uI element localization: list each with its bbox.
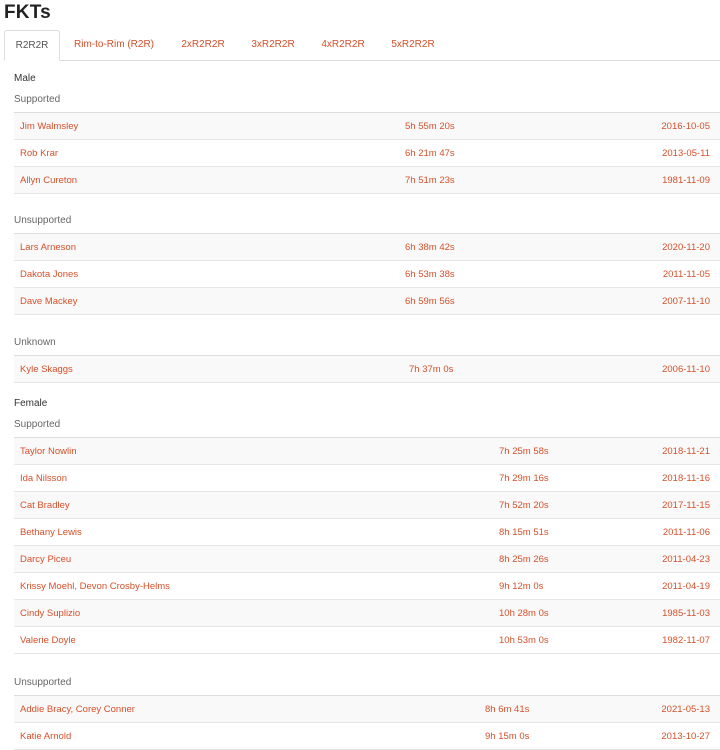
tab-5xr2r2r[interactable]: 5xR2R2R (382, 30, 444, 61)
fkt-date: 2011-11-06 (662, 527, 710, 538)
fkt-time: 10h 28m 0s (499, 608, 549, 619)
fkt-time: 8h 15m 51s (499, 527, 549, 538)
athlete-name-link[interactable]: Rob Krar (20, 140, 58, 167)
fkt-date: 2007-11-10 (662, 296, 710, 307)
fkt-date: 2016-10-05 (661, 121, 710, 132)
fkt-date: 1985-11-03 (662, 608, 710, 619)
tab-r2r2r[interactable]: R2R2R (4, 30, 60, 61)
table-row: Jim Walmsley 5h 55m 20s 2016-10-05 (14, 113, 720, 140)
section-label-male-unsupported: Unsupported (14, 215, 72, 226)
section-label-male-supported: Supported (14, 94, 61, 105)
table-female-unsupported: Addie Bracy, Corey Conner 8h 6m 41s 2021… (14, 695, 720, 750)
athlete-name-link[interactable]: Darcy Piceu (20, 546, 71, 573)
fkt-time: 8h 25m 26s (499, 554, 549, 565)
athlete-name-link[interactable]: Lars Arneson (20, 234, 76, 261)
athlete-name-link[interactable]: Krissy Moehl, Devon Crosby-Helms (20, 573, 170, 600)
table-row: Allyn Cureton 7h 51m 23s 1981-11-09 (14, 167, 720, 194)
group-label-female: Female (14, 398, 48, 409)
table-row: Kyle Skaggs 7h 37m 0s 2006-11-10 (14, 356, 720, 383)
tab-rim-to-rim[interactable]: Rim-to-Rim (R2R) (66, 30, 162, 61)
fkt-time: 7h 51m 23s (405, 175, 455, 186)
table-row: Darcy Piceu 8h 25m 26s 2011-04-23 (14, 546, 720, 573)
section-label-female-unsupported: Unsupported (14, 677, 72, 688)
fkt-date: 1982-11-07 (662, 635, 710, 646)
table-row: Rob Krar 6h 21m 47s 2013-05-11 (14, 140, 720, 167)
fkt-time: 6h 59m 56s (405, 296, 455, 307)
fkt-date: 2018-11-21 (662, 446, 710, 457)
table-male-unknown: Kyle Skaggs 7h 37m 0s 2006-11-10 (14, 355, 720, 383)
athlete-name-link[interactable]: Bethany Lewis (20, 519, 82, 546)
fkt-date: 2018-11-16 (662, 473, 710, 484)
fkt-time: 9h 12m 0s (499, 581, 544, 592)
table-row: Dakota Jones 6h 53m 38s 2011-11-05 (14, 261, 720, 288)
athlete-name-link[interactable]: Cindy Suplizio (20, 600, 80, 627)
fkt-time: 7h 29m 16s (499, 473, 549, 484)
table-female-supported: Taylor Nowlin 7h 25m 58s 2018-11-21 Ida … (14, 437, 720, 654)
athlete-name-link[interactable]: Kyle Skaggs (20, 356, 73, 383)
table-male-unsupported: Lars Arneson 6h 38m 42s 2020-11-20 Dakot… (14, 233, 720, 315)
fkt-date: 2017-11-15 (662, 500, 710, 511)
athlete-name-link[interactable]: Valerie Doyle (20, 627, 76, 654)
athlete-name-link[interactable]: Allyn Cureton (20, 167, 77, 194)
athlete-name-link[interactable]: Addie Bracy, Corey Conner (20, 696, 135, 723)
athlete-name-link[interactable]: Jim Walmsley (20, 113, 78, 140)
fkt-time: 7h 52m 20s (499, 500, 549, 511)
athlete-name-link[interactable]: Ida Nilsson (20, 465, 67, 492)
athlete-name-link[interactable]: Cat Bradley (20, 492, 70, 519)
table-row: Valerie Doyle 10h 53m 0s 1982-11-07 (14, 627, 720, 654)
fkt-time: 6h 38m 42s (405, 242, 455, 253)
fkt-date: 2013-10-27 (661, 731, 710, 742)
fkt-time: 5h 55m 20s (405, 121, 455, 132)
fkt-time: 9h 15m 0s (485, 731, 530, 742)
table-row: Dave Mackey 6h 59m 56s 2007-11-10 (14, 288, 720, 315)
fkt-date: 2020-11-20 (662, 242, 710, 253)
table-row: Krissy Moehl, Devon Crosby-Helms 9h 12m … (14, 573, 720, 600)
table-row: Katie Arnold 9h 15m 0s 2013-10-27 (14, 723, 720, 750)
section-label-male-unknown: Unknown (14, 337, 56, 348)
tab-3xr2r2r[interactable]: 3xR2R2R (242, 30, 304, 61)
athlete-name-link[interactable]: Katie Arnold (20, 723, 71, 750)
fkt-time: 7h 25m 58s (499, 446, 549, 457)
fkt-date: 2011-04-19 (662, 581, 710, 592)
section-label-female-supported: Supported (14, 419, 61, 430)
table-row: Lars Arneson 6h 38m 42s 2020-11-20 (14, 234, 720, 261)
table-row: Cindy Suplizio 10h 28m 0s 1985-11-03 (14, 600, 720, 627)
fkt-date: 2021-05-13 (661, 704, 710, 715)
athlete-name-link[interactable]: Dave Mackey (20, 288, 78, 315)
group-label-male: Male (14, 73, 36, 84)
table-male-supported: Jim Walmsley 5h 55m 20s 2016-10-05 Rob K… (14, 112, 720, 194)
fkt-date: 2011-11-05 (662, 269, 710, 280)
page-title: FKTs (4, 2, 51, 23)
fkt-time: 8h 6m 41s (485, 704, 530, 715)
fkt-date: 2006-11-10 (662, 364, 710, 375)
fkt-date: 2013-05-11 (662, 148, 710, 159)
table-row: Ida Nilsson 7h 29m 16s 2018-11-16 (14, 465, 720, 492)
athlete-name-link[interactable]: Dakota Jones (20, 261, 78, 288)
athlete-name-link[interactable]: Taylor Nowlin (20, 438, 77, 465)
table-row: Taylor Nowlin 7h 25m 58s 2018-11-21 (14, 438, 720, 465)
fkt-time: 10h 53m 0s (499, 635, 549, 646)
table-row: Addie Bracy, Corey Conner 8h 6m 41s 2021… (14, 696, 720, 723)
tab-4xr2r2r[interactable]: 4xR2R2R (312, 30, 374, 61)
fkt-time: 7h 37m 0s (409, 364, 454, 375)
tab-bar: R2R2R Rim-to-Rim (R2R) 2xR2R2R 3xR2R2R 4… (4, 30, 720, 61)
fkt-time: 6h 21m 47s (405, 148, 455, 159)
fkt-time: 6h 53m 38s (405, 269, 455, 280)
table-row: Cat Bradley 7h 52m 20s 2017-11-15 (14, 492, 720, 519)
table-row: Bethany Lewis 8h 15m 51s 2011-11-06 (14, 519, 720, 546)
fkt-date: 1981-11-09 (662, 175, 710, 186)
fkt-date: 2011-04-23 (662, 554, 710, 565)
tab-2xr2r2r[interactable]: 2xR2R2R (172, 30, 234, 61)
